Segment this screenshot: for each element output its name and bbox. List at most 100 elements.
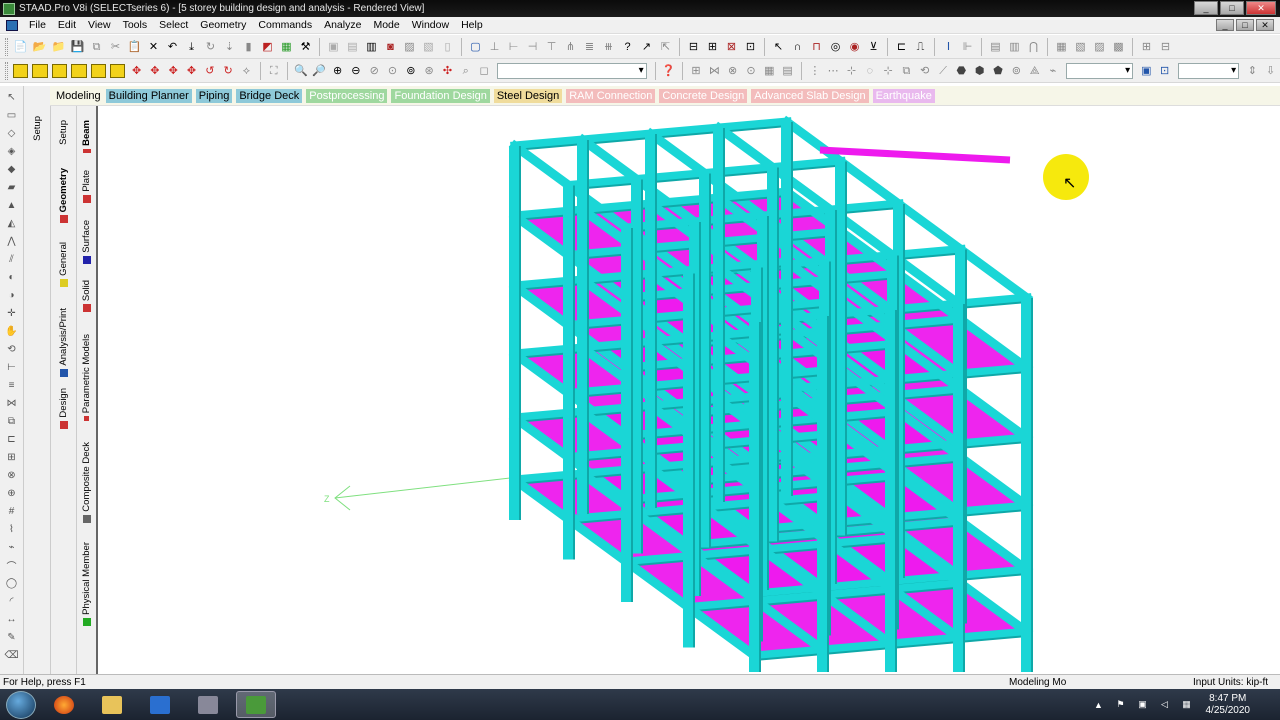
generate-icon[interactable]: ⊞	[5, 450, 19, 464]
save-icon[interactable]: 💾	[70, 39, 86, 55]
menu-mode[interactable]: Mode	[367, 17, 405, 34]
zoom-out-icon[interactable]: ⊖	[348, 63, 363, 79]
redo-icon[interactable]: ⤓	[184, 39, 200, 55]
label-icon[interactable]: ⊞	[688, 63, 703, 79]
solid-select-icon[interactable]: ▲	[5, 198, 19, 212]
merge-icon[interactable]: ⊕	[5, 486, 19, 500]
copy-tool-icon[interactable]: ⧉	[5, 414, 19, 428]
select-solids-icon[interactable]: ⋔	[563, 39, 579, 55]
section-icon[interactable]: ⊗	[725, 63, 740, 79]
break-icon[interactable]: ⌁	[5, 540, 19, 554]
move-node-icon[interactable]: ✛	[5, 306, 19, 320]
tab-plate[interactable]: Plate	[77, 170, 96, 203]
display-tray-icon[interactable]: ▣	[1136, 699, 1150, 711]
tray-arrow-icon[interactable]: ▲	[1092, 699, 1106, 711]
plate-tool-icon[interactable]: ⎍	[913, 39, 929, 55]
help-query-icon[interactable]: ?	[620, 39, 636, 55]
select-box-icon[interactable]: ▭	[5, 108, 19, 122]
menu-commands[interactable]: Commands	[252, 17, 318, 34]
beam-select-icon[interactable]: ◆	[5, 162, 19, 176]
menu-analyze[interactable]: Analyze	[318, 17, 367, 34]
structure-icon[interactable]: ⊠	[724, 39, 740, 55]
tab-building-planner[interactable]: Building Planner	[105, 88, 192, 103]
camera-icon[interactable]: ◙	[383, 39, 399, 55]
select-all-icon[interactable]: ⧻	[601, 39, 617, 55]
page-icon[interactable]: ▯	[440, 39, 456, 55]
beam-icon[interactable]: ⊟	[686, 39, 702, 55]
image-icon[interactable]: ▧	[421, 39, 437, 55]
cut-icon[interactable]: ✂	[108, 39, 124, 55]
load-def-icon[interactable]: ▧	[1073, 39, 1089, 55]
view-back-icon[interactable]	[32, 63, 48, 78]
menu-view[interactable]: View	[82, 17, 117, 34]
beam-section-icon[interactable]: Ⅰ	[941, 39, 957, 55]
print-preview-icon[interactable]: ◩	[260, 39, 276, 55]
menu-geometry[interactable]: Geometry	[194, 17, 252, 34]
picture-icon[interactable]: ▤	[345, 39, 361, 55]
support-tool-icon[interactable]: ⋂	[1026, 39, 1042, 55]
tab-surface[interactable]: Surface	[77, 220, 96, 264]
tab-design[interactable]: Design	[51, 388, 76, 429]
paste-icon[interactable]: 📋	[127, 39, 143, 55]
cursor-icon[interactable]: ↖	[771, 39, 787, 55]
tab-steel-design[interactable]: Steel Design	[493, 88, 563, 103]
note-icon[interactable]: ✎	[5, 630, 19, 644]
child-close-button[interactable]: ✕	[1256, 19, 1274, 31]
shade-icon[interactable]: ⬟	[990, 63, 1005, 79]
print-icon[interactable]: ▮	[241, 39, 257, 55]
load-case-icon[interactable]: ▦	[1054, 39, 1070, 55]
mesh-icon[interactable]: ⊹	[844, 63, 859, 79]
model-viewport[interactable]: Z ↖	[100, 106, 1280, 674]
tab-composite-deck[interactable]: Composite Deck	[77, 442, 96, 523]
zoom-all-icon[interactable]: 🔎	[312, 63, 327, 79]
pointer-icon[interactable]: ↖	[5, 90, 19, 104]
dimension-icon[interactable]: ⋈	[707, 63, 722, 79]
stretch-icon[interactable]: ⌁	[1045, 63, 1060, 79]
rotate-down-icon[interactable]: ✥	[147, 63, 162, 79]
isometric-icon[interactable]: ⟡	[239, 63, 254, 79]
close-button[interactable]: ✕	[1246, 1, 1276, 15]
zoom-extent-icon[interactable]: ⊛	[421, 63, 436, 79]
structure-diagram-icon[interactable]: ⊙	[743, 63, 758, 79]
post-icon[interactable]: ▩	[1111, 39, 1127, 55]
menu-tools[interactable]: Tools	[117, 17, 154, 34]
hammer-icon[interactable]: ⚒	[298, 39, 314, 55]
volume-icon[interactable]: ◁	[1158, 699, 1172, 711]
support-icon[interactable]: ⊻	[866, 39, 882, 55]
start-button[interactable]	[6, 690, 36, 719]
tab-parametric-models[interactable]: Parametric Models	[77, 334, 96, 422]
zoom-icon[interactable]: 🔍	[293, 63, 308, 79]
renumber-icon[interactable]: #	[5, 504, 19, 518]
tab-physical-member[interactable]: Physical Member	[77, 542, 96, 626]
zoom-in-icon[interactable]: ⊕	[330, 63, 345, 79]
property-icon[interactable]: ⊩	[960, 39, 976, 55]
arrow-icon[interactable]: ↗	[639, 39, 655, 55]
group-select-icon[interactable]: ◑	[5, 288, 19, 302]
list-tool-icon[interactable]: ≡	[5, 378, 19, 392]
design-param-icon[interactable]: ⊟	[1158, 39, 1174, 55]
zoom-dynamic-icon[interactable]: ⊙	[385, 63, 400, 79]
render-icon[interactable]: ⬢	[972, 63, 987, 79]
tab-foundation-design[interactable]: Foundation Design	[391, 88, 490, 103]
node-cursor-icon[interactable]: ∩	[790, 39, 806, 55]
rotate-icon[interactable]: ⟲	[917, 63, 932, 79]
circle-repeat-icon[interactable]: ◌	[862, 63, 877, 79]
symbol-dropdown[interactable]	[1066, 62, 1134, 79]
move-icon[interactable]: ⊹	[880, 63, 895, 79]
tab-advanced-slab-design[interactable]: Advanced Slab Design	[751, 88, 869, 103]
tab-concrete-design[interactable]: Concrete Design	[659, 88, 748, 103]
download-icon[interactable]: ⇩	[1263, 63, 1278, 79]
connect-icon[interactable]: ⋈	[5, 396, 19, 410]
zoom-window-icon[interactable]: ⛶	[266, 63, 281, 79]
zoom-selected-icon[interactable]: ⊚	[403, 63, 418, 79]
rotate-left-icon[interactable]: ✥	[166, 63, 181, 79]
view-bottom-icon[interactable]	[109, 63, 126, 78]
table-icon[interactable]: ▦	[762, 63, 777, 79]
taskbar-calculator[interactable]	[188, 691, 228, 718]
node-select-icon[interactable]: ◈	[5, 144, 19, 158]
taskbar-firefox[interactable]	[44, 691, 84, 718]
grid-icon[interactable]: ▦	[279, 39, 295, 55]
tab-setup[interactable]: Setup	[24, 116, 50, 141]
menu-file[interactable]: File	[23, 17, 52, 34]
window-icon[interactable]: ▢	[468, 39, 484, 55]
